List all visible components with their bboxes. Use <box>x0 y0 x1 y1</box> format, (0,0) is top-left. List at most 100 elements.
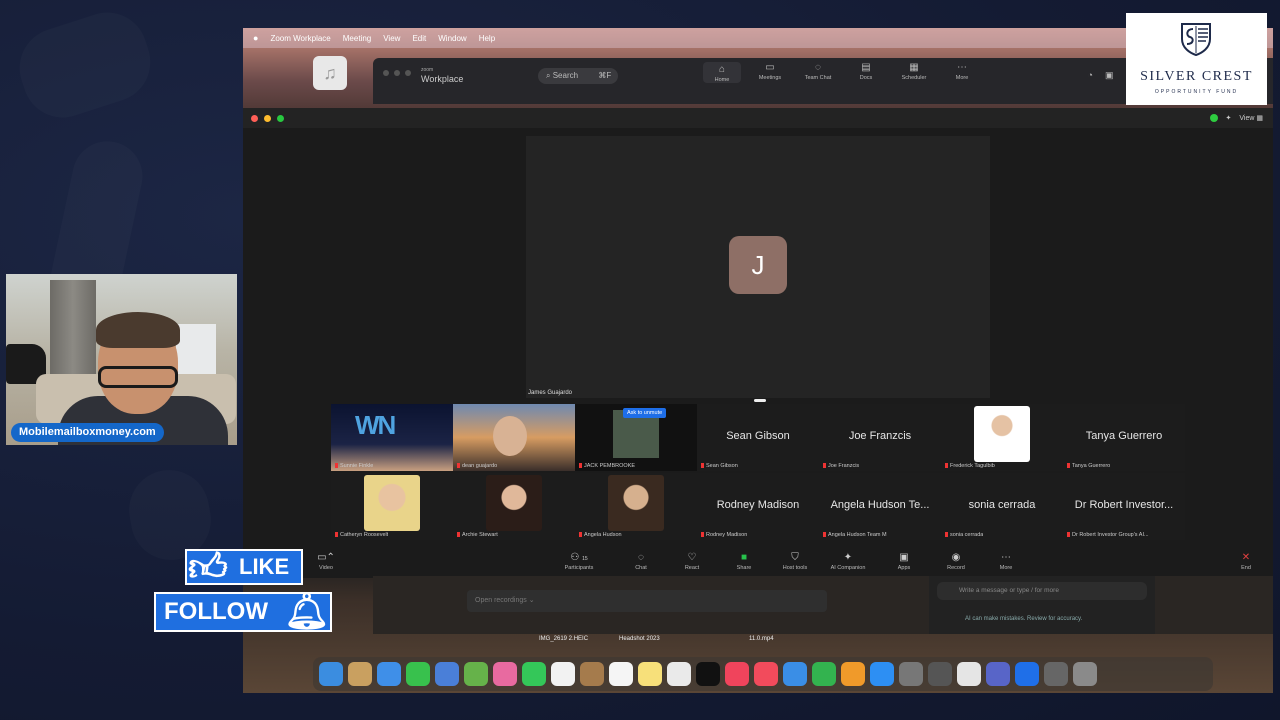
music-icon[interactable] <box>725 662 749 686</box>
video-button[interactable]: ▭⌃ Video <box>306 552 346 571</box>
tv-icon[interactable] <box>696 662 720 686</box>
participant-tile[interactable]: sonia cerrada sonia cerrada <box>941 473 1063 540</box>
finder-icon[interactable] <box>319 662 343 686</box>
view-label: View <box>1239 115 1255 122</box>
encryption-shield-icon[interactable] <box>1209 114 1218 122</box>
participant-tile[interactable]: WN Sunnie Finkle <box>331 404 453 471</box>
search-input[interactable]: ⌕ Search ⌘F <box>538 68 618 84</box>
participant-tile[interactable]: Ask to unmute JACK PEMBROOKE <box>575 404 697 471</box>
reminders-icon[interactable] <box>609 662 633 686</box>
participant-name: Rodney Madison <box>716 499 800 511</box>
maps-icon[interactable] <box>464 662 488 686</box>
menu-item-view[interactable]: View <box>383 34 400 43</box>
desktop-file[interactable]: 11.0.mp4 <box>749 636 774 642</box>
ask-to-unmute-button[interactable]: Ask to unmute <box>623 408 667 418</box>
host-tools-icon: ⛉ <box>791 552 799 563</box>
participant-tile[interactable]: Catheryn Roosevelt <box>331 473 453 540</box>
menu-item-window[interactable]: Window <box>438 34 466 43</box>
search-icon: ⌕ <box>546 71 551 80</box>
participant-tile[interactable]: Sean Gibson Sean Gibson <box>697 404 819 471</box>
nav-docs[interactable]: ▤ Docs <box>847 62 885 83</box>
menu-item-meeting[interactable]: Meeting <box>343 34 371 43</box>
participants-icon: ⚇ 15 <box>570 552 588 563</box>
participant-tile[interactable]: Rodney Madison Rodney Madison <box>697 473 819 540</box>
participant-video <box>453 404 575 471</box>
menu-item-app[interactable]: Zoom Workplace <box>270 34 330 43</box>
nav-home[interactable]: ⌂ Home <box>703 62 741 83</box>
mac-menubar: ● Zoom Workplace Meeting View Edit Windo… <box>243 28 1273 48</box>
host-tools-button[interactable]: ⛉ Host tools <box>775 552 815 571</box>
chat-button[interactable]: ◌ Chat <box>621 552 661 571</box>
pages-icon[interactable] <box>841 662 865 686</box>
participant-tile[interactable]: Angela Hudson <box>575 473 697 540</box>
react-button[interactable]: ♡ React <box>672 552 712 571</box>
nav-more[interactable]: ⋯ More <box>943 62 981 83</box>
active-speaker-tile[interactable]: J James Guajardo <box>526 136 990 402</box>
titlebar-right: ✦ View ▦ <box>1209 114 1273 122</box>
facetime-icon[interactable] <box>522 662 546 686</box>
app-icon[interactable] <box>986 662 1010 686</box>
messages-icon[interactable] <box>406 662 430 686</box>
maximize-button[interactable] <box>277 114 284 122</box>
numbers-icon[interactable] <box>812 662 836 686</box>
zoom-icon[interactable] <box>1015 662 1039 686</box>
music-file-icon[interactable]: ♫ <box>313 56 347 90</box>
safari-icon[interactable] <box>377 662 401 686</box>
logo-name: SILVER CREST <box>1140 69 1253 84</box>
apple-icon[interactable]: ● <box>253 33 258 43</box>
meeting-titlebar: ✦ View ▦ <box>243 108 1273 128</box>
whiteboard-icon[interactable]: ▣ <box>1105 70 1114 81</box>
ai-companion-button[interactable]: ✦ AI Companion <box>823 552 873 571</box>
participant-caption: dean guajardo <box>457 463 497 469</box>
participant-photo <box>608 475 664 531</box>
settings-icon[interactable] <box>899 662 923 686</box>
participant-tile[interactable]: Angela Hudson Te... Angela Hudson Team M <box>819 473 941 540</box>
end-button[interactable]: ✕ End <box>1226 552 1266 571</box>
app-store-icon[interactable] <box>870 662 894 686</box>
nav-meetings[interactable]: ▭ Meetings <box>751 62 789 83</box>
menu-item-help[interactable]: Help <box>479 34 495 43</box>
freeform-icon[interactable] <box>667 662 691 686</box>
nav-label: More <box>955 75 969 81</box>
apps-button[interactable]: ▣ Apps <box>884 552 924 571</box>
record-button[interactable]: ◉ Record <box>936 552 976 571</box>
contacts-icon[interactable] <box>580 662 604 686</box>
participant-tile[interactable]: Dr Robert Investor... Dr Robert Investor… <box>1063 473 1185 540</box>
resize-handle[interactable] <box>754 399 766 402</box>
participants-button[interactable]: ⚇ 15 Participants <box>559 552 599 571</box>
participant-tile[interactable]: Archie Stewart <box>453 473 575 540</box>
calendar-icon[interactable] <box>551 662 575 686</box>
menu-item-edit[interactable]: Edit <box>412 34 426 43</box>
workplace-logo: zoom Workplace <box>421 66 463 84</box>
nav-team-chat[interactable]: ◌ Team Chat <box>799 62 837 83</box>
chat-icon: ◌ <box>638 552 644 563</box>
more-button[interactable]: ⋯ More <box>986 552 1026 571</box>
photos-icon[interactable] <box>493 662 517 686</box>
toolbar-label: Participants <box>564 565 594 571</box>
participant-tile[interactable]: Tanya Guerrero Tanya Guerrero <box>1063 404 1185 471</box>
desktop-file[interactable]: IMG_2619 2.HEIC <box>539 636 588 642</box>
keynote-icon[interactable] <box>783 662 807 686</box>
open-recordings-button[interactable]: Open recordings ⌄ <box>467 590 827 612</box>
downloads-icon[interactable] <box>1044 662 1068 686</box>
desktop-file[interactable]: Headshot 2023 <box>619 636 660 642</box>
launchpad-icon[interactable] <box>348 662 372 686</box>
nav-scheduler[interactable]: ▦ Scheduler <box>895 62 933 83</box>
trash-icon[interactable] <box>1073 662 1097 686</box>
end-icon: ✕ <box>1241 552 1251 563</box>
close-button[interactable] <box>251 114 258 122</box>
participant-tile[interactable]: dean guajardo <box>453 404 575 471</box>
chrome-icon[interactable] <box>957 662 981 686</box>
view-button[interactable]: View ▦ <box>1239 114 1263 122</box>
participant-tile[interactable]: Joe Franzcis Joe Franzcis <box>819 404 941 471</box>
minimize-button[interactable] <box>264 114 271 122</box>
sparkle-icon[interactable]: ✦ <box>1226 114 1232 122</box>
message-input[interactable]: Write a message or type / for more <box>937 582 1147 600</box>
mail-icon[interactable] <box>435 662 459 686</box>
news-icon[interactable] <box>754 662 778 686</box>
participant-tile[interactable]: Frederick Tagulbib <box>941 404 1063 471</box>
help-icon[interactable] <box>928 662 952 686</box>
notes-icon[interactable] <box>638 662 662 686</box>
share-button[interactable]: ■ Share <box>724 552 764 571</box>
bell-icon[interactable]: ◔ <box>1088 70 1093 81</box>
